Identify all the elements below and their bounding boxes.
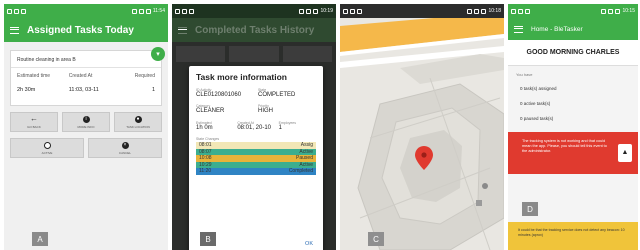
estimated-time-value: 2h 30m <box>17 87 36 93</box>
panel-task-location-map: 10:18 C <box>340 4 504 250</box>
menu-icon[interactable] <box>10 26 19 34</box>
panel-home: 10:15 Home - BleTasker GOOD MORNING CHAR… <box>508 4 638 250</box>
estimated-time-label: Estimated time <box>17 73 51 79</box>
map-view[interactable] <box>340 18 504 250</box>
state-change-state: Active <box>299 148 313 155</box>
app-bar: Assigned Tasks Today <box>4 18 168 42</box>
required-label: Required <box>134 73 155 79</box>
menu-icon[interactable] <box>178 26 187 34</box>
task-card[interactable]: Routine cleaning in area B ▾ Estimated t… <box>10 47 165 106</box>
check-circle-icon <box>43 141 51 149</box>
expand-chevron-icon[interactable]: ▾ <box>151 47 165 61</box>
status-time: 10:15 <box>622 8 635 14</box>
dialog-title: Task more information <box>196 72 287 82</box>
estimated-value: 1h 0m <box>196 125 213 131</box>
beacon-notice: It could be that the tracking service do… <box>508 222 638 250</box>
priority-value: HIGH <box>258 108 273 114</box>
panel-letter-b: B <box>200 232 216 246</box>
state-change-time: 11:20 <box>199 168 212 175</box>
active-count: 0 active task(s) <box>520 101 551 106</box>
category-value: CLEANER <box>196 108 225 114</box>
poi-icon <box>476 200 482 206</box>
required-value: 1 <box>151 87 155 93</box>
status-bar: 10:15 <box>508 4 638 18</box>
state-changes-list: 08:01 Assig 08:07 Active 10:08 Paused 10:29 Act… <box>196 142 316 175</box>
menu-icon[interactable] <box>514 25 523 33</box>
more-info-button[interactable]: i MORE INFO <box>62 112 110 132</box>
panel-assigned-tasks: 11:54 Assigned Tasks Today Routine clean… <box>4 4 168 250</box>
figure: 11:54 Assigned Tasks Today Routine clean… <box>0 0 640 250</box>
created-value: 08:01, 20-10 <box>237 125 272 131</box>
panel-completed-tasks: 10:19 Completed Tasks History Task more … <box>172 4 336 250</box>
state-change-time: 10:29 <box>199 161 212 168</box>
status-time: 10:18 <box>488 8 501 14</box>
task-location-button[interactable]: ● TASK LOCATION <box>114 112 162 132</box>
employees-value: 1 <box>278 125 282 131</box>
app-bar: Home - BleTasker <box>508 18 638 40</box>
state-changes-label: State Changes <box>196 137 220 141</box>
tracking-warning: The tracking system is not working and t… <box>508 132 638 174</box>
page-title: Assigned Tasks Today <box>27 24 134 36</box>
status-time: 10:19 <box>320 8 333 14</box>
task-name: Routine cleaning in area B <box>11 51 161 68</box>
state-value: COMPLETED <box>258 92 296 98</box>
dialog-fields-row: Estimated 1h 0m Created At 08:01, 20-10 … <box>196 121 316 135</box>
page-title: Completed Tasks History <box>195 24 315 36</box>
panel-letter-a: A <box>32 232 48 246</box>
active-button[interactable]: ACTIVE <box>10 138 84 158</box>
status-bar: 10:19 <box>172 4 336 18</box>
task-details: Estimated time Created At Required 2h 30… <box>11 68 161 93</box>
id-value: CLE0120801060 <box>196 92 242 98</box>
pin-icon: ● <box>134 115 142 123</box>
task-info-dialog: Task more information ID Activity CLE012… <box>189 66 323 250</box>
assigned-count: 0 task(s) assigned <box>520 86 557 91</box>
tracking-warning-text: The tracking system is not working and t… <box>522 139 607 154</box>
state-change-time: 10:08 <box>199 155 212 162</box>
action-row-1: ← GO BACK i MORE INFO ● TASK LOCATION <box>10 112 162 132</box>
greeting: GOOD MORNING CHARLES <box>508 40 638 66</box>
status-bar: 11:54 <box>4 4 168 18</box>
status-time: 11:54 <box>152 8 165 14</box>
arrow-left-icon: ← <box>30 114 38 123</box>
ok-button[interactable]: OK <box>305 241 313 247</box>
panel-letter-d: D <box>522 202 538 216</box>
bell-icon[interactable]: ▲ <box>618 144 632 162</box>
state-change-time: 08:07 <box>199 148 212 155</box>
page-title: Home - BleTasker <box>531 25 583 33</box>
created-at-value: 11:03, 03-11 <box>68 87 99 93</box>
info-icon: i <box>82 115 90 123</box>
state-change-time: 08:01 <box>199 142 212 149</box>
dimmed-action-row <box>172 42 336 66</box>
task-location-label: TASK LOCATION <box>126 124 150 129</box>
cancel-label: CANCEL <box>118 150 132 155</box>
go-back-button[interactable]: ← GO BACK <box>10 112 58 132</box>
state-change-state: Completed <box>288 168 313 175</box>
more-info-label: MORE INFO <box>77 124 95 129</box>
state-change-row: 11:20 Completed <box>196 168 316 175</box>
action-row-2: ACTIVE × CANCEL <box>10 138 162 158</box>
paused-count: 0 paused task(s) <box>520 116 554 121</box>
poi-icon <box>482 183 488 189</box>
dialog-fields: ID Activity CLE0120801060 State COMPLETE… <box>196 88 316 118</box>
you-have-label: You have <box>516 72 533 77</box>
state-change-state: Active <box>299 161 313 168</box>
go-back-label: GO BACK <box>27 124 41 129</box>
state-change-state: Assig <box>300 142 313 149</box>
state-change-state: Paused <box>296 155 313 162</box>
active-label: ACTIVE <box>41 150 53 155</box>
cancel-icon: × <box>121 141 129 149</box>
cancel-button[interactable]: × CANCEL <box>88 138 162 158</box>
app-bar: Completed Tasks History <box>172 18 336 42</box>
status-bar: 10:18 <box>340 4 504 18</box>
created-at-label: Created At <box>68 73 93 79</box>
panel-letter-c: C <box>368 232 384 246</box>
